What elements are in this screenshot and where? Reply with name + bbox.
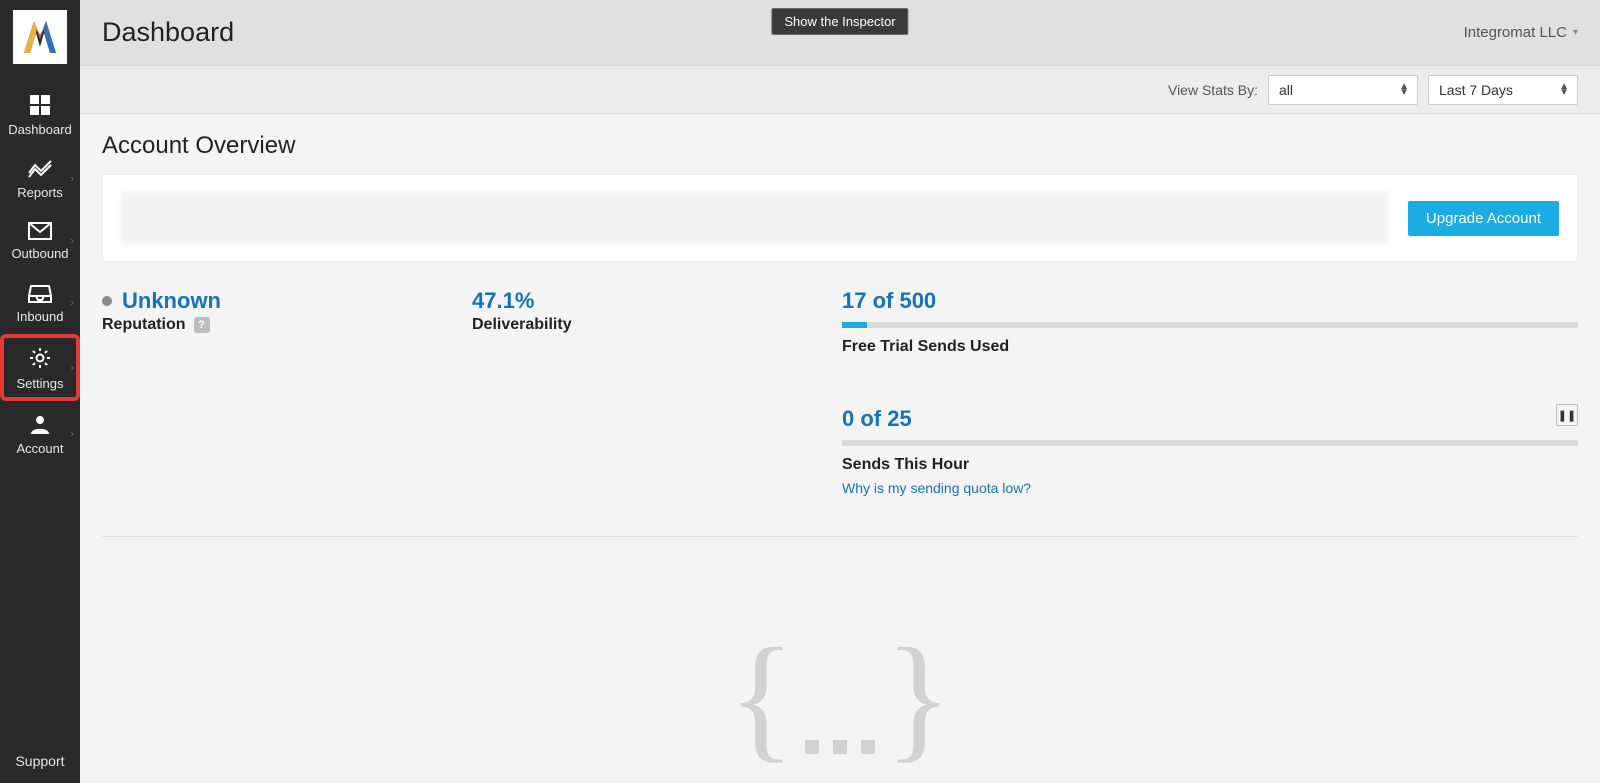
upgrade-account-button[interactable]: Upgrade Account — [1408, 201, 1559, 236]
inspector-tooltip[interactable]: Show the Inspector — [771, 8, 908, 35]
reputation-value[interactable]: Unknown — [122, 288, 221, 314]
nav-label: Inbound — [17, 309, 64, 324]
hour-sends-label: Sends This Hour — [842, 456, 1578, 474]
status-dot-icon — [102, 296, 112, 306]
nav-outbound[interactable]: Outbound › — [0, 210, 80, 271]
empty-state-graphic: { } — [102, 617, 1578, 778]
nav-inbound[interactable]: Inbound › — [0, 271, 80, 334]
view-stats-select[interactable]: all ▲▼ — [1268, 75, 1418, 105]
brace-left-icon: { — [728, 617, 795, 778]
hour-sends-value: 0 of 25 — [842, 406, 912, 432]
filterbar: View Stats By: all ▲▼ Last 7 Days ▲▼ — [80, 66, 1600, 114]
chevron-right-icon: › — [71, 428, 74, 439]
chevron-down-icon: ▾ — [1573, 27, 1578, 38]
ellipsis-icon — [805, 740, 875, 754]
topbar: Dashboard Show the Inspector Integromat … — [80, 0, 1600, 66]
page-title: Dashboard — [102, 17, 234, 48]
org-dropdown[interactable]: Integromat LLC ▾ — [1464, 24, 1578, 41]
help-icon[interactable]: ? — [194, 317, 210, 333]
trial-sends-fill — [842, 322, 867, 328]
upgrade-card: Upgrade Account — [102, 174, 1578, 262]
app-logo[interactable] — [13, 10, 67, 64]
chevron-right-icon: › — [71, 362, 74, 373]
pause-button[interactable]: ❚❚ — [1556, 404, 1578, 426]
hour-sends-bar — [842, 440, 1578, 446]
nav-label: Account — [17, 441, 64, 456]
redacted-text — [121, 191, 1388, 245]
nav-label: Settings — [17, 376, 64, 391]
select-value: all — [1279, 82, 1293, 98]
user-icon — [29, 413, 51, 435]
chevron-right-icon: › — [71, 297, 74, 308]
date-range-select[interactable]: Last 7 Days ▲▼ — [1428, 75, 1578, 105]
trial-sends-value: 17 of 500 — [842, 288, 936, 314]
chevron-right-icon: › — [71, 235, 74, 246]
divider — [102, 536, 1578, 537]
select-value: Last 7 Days — [1439, 82, 1513, 98]
trial-sends-bar — [842, 322, 1578, 328]
nav-label: Support — [15, 753, 64, 769]
envelope-icon — [28, 222, 52, 240]
nav-support[interactable]: Support — [0, 743, 80, 783]
section-heading: Account Overview — [102, 132, 1578, 160]
reputation-metric: Unknown Reputation ? — [102, 288, 462, 496]
nav-label: Outbound — [11, 246, 68, 261]
filter-label: View Stats By: — [1168, 82, 1258, 98]
nav-account[interactable]: Account › — [0, 401, 80, 466]
main-area: Dashboard Show the Inspector Integromat … — [80, 0, 1600, 783]
chart-icon — [28, 159, 52, 179]
org-name: Integromat LLC — [1464, 24, 1567, 41]
deliverability-label: Deliverability — [472, 316, 572, 334]
trial-sends-metric: 17 of 500 Free Trial Sends Used ❚❚ 0 of … — [842, 288, 1578, 496]
gear-icon — [28, 346, 52, 370]
sidebar: Dashboard Reports › Outbound › Inbound ›… — [0, 0, 80, 783]
updown-icon: ▲▼ — [1559, 84, 1569, 96]
deliverability-value: 47.1% — [472, 288, 534, 314]
hour-sends-metric: ❚❚ 0 of 25 Sends This Hour Why is my sen… — [842, 406, 1578, 496]
nav-label: Dashboard — [8, 122, 72, 137]
reputation-label: Reputation — [102, 316, 186, 334]
nav-label: Reports — [17, 185, 63, 200]
deliverability-metric: 47.1% Deliverability — [472, 288, 832, 496]
updown-icon: ▲▼ — [1399, 84, 1409, 96]
inbox-icon — [28, 283, 52, 303]
content: Account Overview Upgrade Account Unknown… — [80, 114, 1600, 783]
nav-reports[interactable]: Reports › — [0, 147, 80, 210]
logo-icon — [20, 17, 60, 57]
trial-sends-label: Free Trial Sends Used — [842, 338, 1578, 356]
nav-dashboard[interactable]: Dashboard — [0, 82, 80, 147]
nav-settings[interactable]: Settings › — [0, 334, 80, 401]
grid-icon — [29, 94, 51, 116]
chevron-right-icon: › — [71, 173, 74, 184]
quota-note-link[interactable]: Why is my sending quota low? — [842, 480, 1578, 496]
pause-icon: ❚❚ — [1558, 409, 1576, 422]
metrics-row: Unknown Reputation ? 47.1% Deliverabilit… — [102, 288, 1578, 496]
brace-right-icon: } — [885, 617, 952, 778]
